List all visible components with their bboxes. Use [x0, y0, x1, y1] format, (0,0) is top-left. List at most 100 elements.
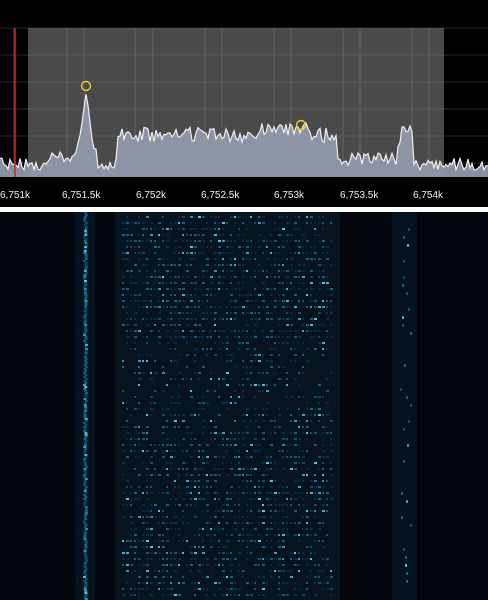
- data-burst: [266, 456, 269, 458]
- data-burst: [294, 270, 297, 272]
- data-burst: [138, 330, 141, 332]
- noise-speck: [297, 270, 298, 271]
- data-burst: [222, 240, 225, 242]
- data-burst: [302, 330, 304, 332]
- data-burst: [122, 282, 124, 284]
- data-burst: [254, 486, 256, 488]
- data-burst: [314, 540, 317, 542]
- data-burst: [182, 282, 185, 284]
- data-burst: [314, 222, 316, 224]
- data-burst: [218, 252, 221, 254]
- carrier-trace: [84, 402, 88, 404]
- waterfall-panel[interactable]: [0, 212, 488, 600]
- data-burst: [282, 546, 285, 548]
- carrier-trace: [84, 302, 88, 304]
- data-burst: [266, 312, 269, 314]
- side-signal: [410, 332, 412, 335]
- data-burst: [298, 312, 301, 314]
- noise-speck: [251, 466, 252, 467]
- data-burst: [178, 300, 181, 302]
- data-burst: [326, 258, 329, 260]
- data-burst: [186, 366, 188, 368]
- data-burst: [206, 318, 208, 320]
- data-burst: [178, 276, 180, 278]
- data-burst: [262, 384, 265, 386]
- data-burst: [218, 288, 220, 290]
- data-burst: [318, 384, 321, 386]
- data-burst: [142, 504, 145, 506]
- data-burst: [210, 528, 212, 530]
- data-burst: [142, 450, 144, 452]
- data-burst: [154, 372, 157, 374]
- data-burst: [330, 588, 333, 590]
- carrier-trace: [84, 432, 88, 434]
- data-burst: [286, 258, 288, 260]
- data-burst: [310, 276, 313, 278]
- data-burst: [198, 288, 201, 290]
- noise-speck: [92, 502, 93, 503]
- carrier-trace: [84, 546, 88, 548]
- data-burst: [218, 582, 221, 584]
- data-burst: [214, 456, 217, 458]
- data-burst: [174, 558, 176, 560]
- data-burst: [166, 300, 169, 302]
- data-burst: [214, 216, 217, 218]
- data-burst: [274, 252, 277, 254]
- data-burst: [218, 318, 221, 320]
- data-burst: [146, 276, 149, 278]
- data-burst: [282, 456, 285, 458]
- data-burst: [326, 456, 329, 458]
- data-burst: [286, 396, 288, 398]
- data-burst: [286, 456, 288, 458]
- data-burst: [274, 504, 277, 506]
- carrier-trace: [84, 464, 88, 466]
- data-burst: [294, 588, 296, 590]
- data-burst: [234, 330, 236, 332]
- data-burst: [270, 570, 272, 572]
- data-burst: [306, 294, 308, 296]
- data-burst: [262, 480, 265, 482]
- data-burst: [194, 354, 196, 356]
- data-burst: [262, 252, 264, 254]
- data-burst: [258, 234, 261, 236]
- carrier-trace: [83, 526, 87, 528]
- data-burst: [226, 546, 228, 548]
- data-burst: [242, 222, 244, 224]
- data-burst: [254, 564, 257, 566]
- data-burst: [182, 288, 185, 290]
- data-burst: [162, 414, 165, 416]
- data-burst: [246, 372, 248, 374]
- data-burst: [142, 264, 145, 266]
- data-burst: [262, 510, 265, 512]
- data-burst: [214, 438, 216, 440]
- data-burst: [250, 456, 253, 458]
- data-burst: [330, 498, 333, 500]
- data-burst: [246, 240, 249, 242]
- data-burst: [222, 546, 225, 548]
- data-burst: [246, 534, 249, 536]
- data-burst: [214, 324, 216, 326]
- data-burst: [258, 294, 261, 296]
- carrier-trace: [83, 588, 87, 590]
- data-burst: [326, 300, 328, 302]
- noise-speck: [334, 548, 335, 549]
- data-burst: [182, 576, 184, 578]
- data-burst: [186, 306, 189, 308]
- data-burst: [158, 246, 160, 248]
- data-burst: [198, 324, 201, 326]
- freq-label-6754k: 6,754k: [413, 190, 444, 201]
- data-burst: [198, 582, 200, 584]
- data-burst: [130, 246, 132, 248]
- data-burst: [178, 336, 181, 338]
- data-burst: [190, 216, 193, 218]
- data-burst: [150, 480, 153, 482]
- data-burst: [134, 318, 136, 320]
- noise-speck: [23, 271, 24, 272]
- spectrum-panel[interactable]: 6,751k 6,751.5k 6,752k 6,752.5k 6,753k 6…: [0, 0, 488, 210]
- data-burst: [190, 444, 193, 446]
- data-burst: [306, 510, 308, 512]
- freq-label-6753-5k: 6,753.5k: [340, 190, 379, 201]
- data-burst: [134, 546, 137, 548]
- data-burst: [178, 558, 181, 560]
- side-signal: [401, 516, 403, 519]
